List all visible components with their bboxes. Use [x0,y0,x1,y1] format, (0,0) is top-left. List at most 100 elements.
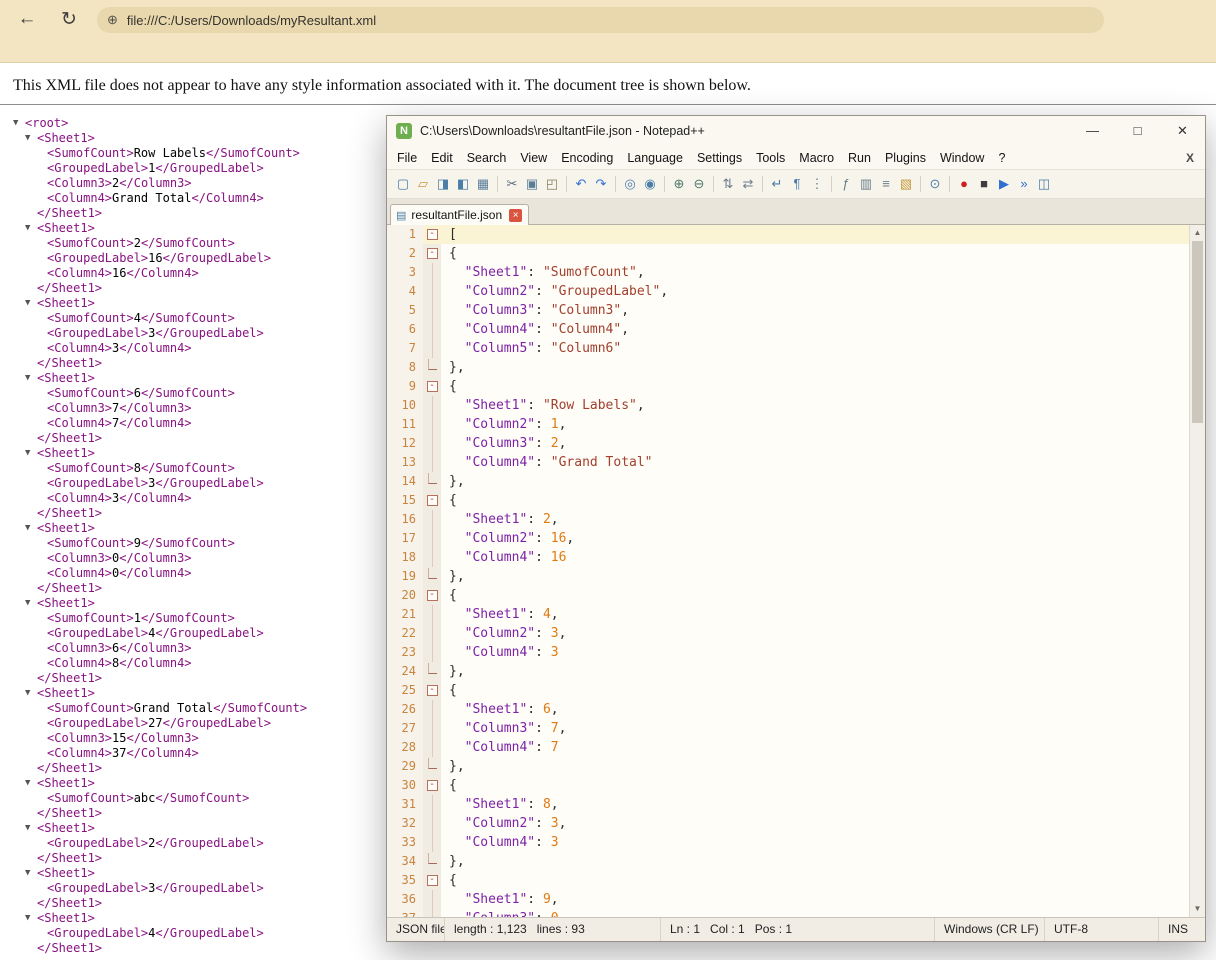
fold-collapse-box[interactable]: - [423,377,441,396]
menu-language[interactable]: Language [620,151,690,165]
code-line[interactable]: 15-{ [387,491,1205,510]
line-number[interactable]: 1 [387,225,423,244]
stop-macro-icon[interactable]: ■ [974,174,994,194]
replace-icon[interactable]: ◉ [640,174,660,194]
line-number[interactable]: 3 [387,263,423,282]
line-number[interactable]: 6 [387,320,423,339]
code-line[interactable]: 5 "Column3": "Column3", [387,301,1205,320]
line-number[interactable]: 10 [387,396,423,415]
code-line[interactable]: 17 "Column2": 16, [387,529,1205,548]
menu-settings[interactable]: Settings [690,151,749,165]
code-line[interactable]: 7 "Column5": "Column6" [387,339,1205,358]
menu-run[interactable]: Run [841,151,878,165]
cut-icon[interactable]: ✂ [502,174,522,194]
code-line[interactable]: 31 "Sheet1": 8, [387,795,1205,814]
line-number[interactable]: 9 [387,377,423,396]
redo-icon[interactable]: ↷ [591,174,611,194]
line-number[interactable]: 25 [387,681,423,700]
code-line[interactable]: 25-{ [387,681,1205,700]
collapse-arrow[interactable]: ▼ [25,296,37,311]
collapse-arrow[interactable]: ▼ [25,776,37,791]
undo-icon[interactable]: ↶ [571,174,591,194]
line-number[interactable]: 19 [387,567,423,586]
vertical-scrollbar[interactable]: ▲ ▼ [1189,225,1205,917]
code-line[interactable]: 32 "Column2": 3, [387,814,1205,833]
collapse-arrow[interactable]: ▼ [25,686,37,701]
line-number[interactable]: 33 [387,833,423,852]
line-number[interactable]: 22 [387,624,423,643]
record-macro-icon[interactable]: ● [954,174,974,194]
menu-edit[interactable]: Edit [424,151,460,165]
collapse-arrow[interactable]: ▼ [25,221,37,236]
zoom-in-icon[interactable]: ⊕ [669,174,689,194]
line-number[interactable]: 16 [387,510,423,529]
line-number[interactable]: 12 [387,434,423,453]
code-line[interactable]: 12 "Column3": 2, [387,434,1205,453]
menu-macro[interactable]: Macro [792,151,841,165]
show-all-characters-icon[interactable]: ¶ [787,174,807,194]
tab-close-icon[interactable]: × [509,209,522,222]
sync-vertical-icon[interactable]: ⇅ [718,174,738,194]
line-number[interactable]: 20 [387,586,423,605]
notepadpp-titlebar[interactable]: N C:\Users\Downloads\resultantFile.json … [387,116,1205,146]
find-icon[interactable]: ◎ [620,174,640,194]
fold-minus-icon[interactable]: - [427,495,438,506]
line-number[interactable]: 17 [387,529,423,548]
line-number[interactable]: 29 [387,757,423,776]
status-insert-mode[interactable]: INS [1159,918,1205,941]
open-file-icon[interactable]: ▱ [413,174,433,194]
fold-minus-icon[interactable]: - [427,685,438,696]
save-icon[interactable]: ◨ [433,174,453,194]
fold-minus-icon[interactable]: - [427,381,438,392]
print-icon[interactable]: ▦ [473,174,493,194]
line-number[interactable]: 14 [387,472,423,491]
line-number[interactable]: 18 [387,548,423,567]
code-line[interactable]: 14}, [387,472,1205,491]
play-macro-icon[interactable]: ▶ [994,174,1014,194]
scroll-up-arrow[interactable]: ▲ [1190,226,1205,240]
code-line[interactable]: 13 "Column4": "Grand Total" [387,453,1205,472]
collapse-arrow[interactable]: ▼ [13,116,25,131]
line-number[interactable]: 13 [387,453,423,472]
monitoring-eye-icon[interactable]: ⊙ [925,174,945,194]
fold-minus-icon[interactable]: - [427,875,438,886]
function-list-icon[interactable]: ƒ [836,174,856,194]
line-number[interactable]: 8 [387,358,423,377]
code-line[interactable]: 19}, [387,567,1205,586]
fold-collapse-box[interactable]: - [423,244,441,263]
code-line[interactable]: 1-[ [387,225,1205,244]
collapse-arrow[interactable]: ▼ [25,866,37,881]
line-number[interactable]: 2 [387,244,423,263]
code-line[interactable]: 36 "Sheet1": 9, [387,890,1205,909]
code-line[interactable]: 20-{ [387,586,1205,605]
menu-search[interactable]: Search [460,151,514,165]
collapse-arrow[interactable]: ▼ [25,911,37,926]
code-line[interactable]: 26 "Sheet1": 6, [387,700,1205,719]
code-line[interactable]: 34}, [387,852,1205,871]
line-number[interactable]: 11 [387,415,423,434]
close-button[interactable]: ✕ [1160,116,1205,146]
collapse-arrow[interactable]: ▼ [25,521,37,536]
tab-resultantfile[interactable]: ▤ resultantFile.json × [390,204,529,225]
fold-collapse-box[interactable]: - [423,586,441,605]
line-number[interactable]: 7 [387,339,423,358]
url-bar[interactable]: ⊕ file:///C:/Users/Downloads/myResultant… [97,7,1104,33]
document-list-icon[interactable]: ≡ [876,174,896,194]
code-line[interactable]: 37 "Column3": 0 [387,909,1205,917]
code-line[interactable]: 30-{ [387,776,1205,795]
line-number[interactable]: 24 [387,662,423,681]
code-line[interactable]: 21 "Sheet1": 4, [387,605,1205,624]
fold-collapse-box[interactable]: - [423,225,441,244]
menu-view[interactable]: View [513,151,554,165]
code-line[interactable]: 22 "Column2": 3, [387,624,1205,643]
fold-collapse-box[interactable]: - [423,681,441,700]
code-line[interactable]: 8}, [387,358,1205,377]
code-line[interactable]: 3 "Sheet1": "SumofCount", [387,263,1205,282]
fold-minus-icon[interactable]: - [427,780,438,791]
menu-plugins[interactable]: Plugins [878,151,933,165]
line-number[interactable]: 32 [387,814,423,833]
refresh-button[interactable]: ↻ [56,8,82,31]
collapse-arrow[interactable]: ▼ [25,821,37,836]
folder-as-workspace-icon[interactable]: ▧ [896,174,916,194]
collapse-arrow[interactable]: ▼ [25,371,37,386]
